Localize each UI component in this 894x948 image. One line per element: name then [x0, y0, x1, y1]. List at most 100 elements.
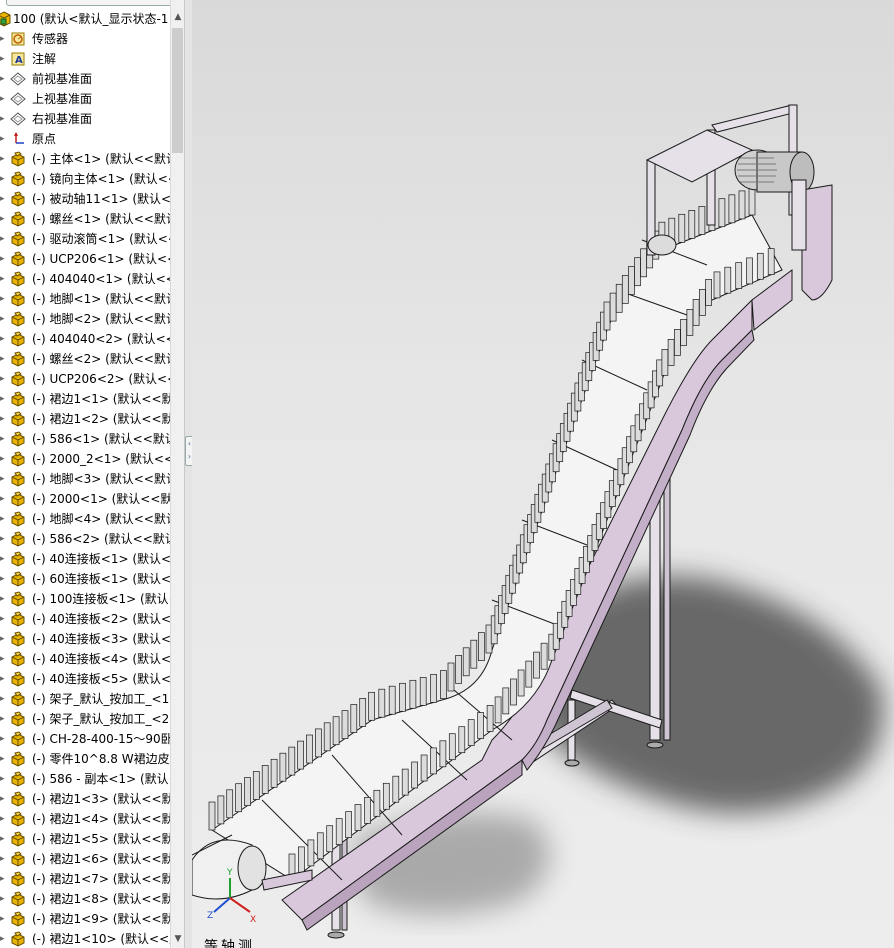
tree-item[interactable]: ▸ (-) 裙边1<5> (默认<<默 [0, 829, 170, 849]
tree-expand-icon[interactable]: ▸ [0, 689, 6, 709]
tree-item[interactable]: ▸ (-) 40连接板<1> (默认< [0, 549, 170, 569]
tree-expand-icon[interactable]: ▸ [0, 789, 6, 809]
tree-expand-icon[interactable]: ▸ [0, 589, 6, 609]
tree-expand-icon[interactable]: ▸ [0, 569, 6, 589]
tree-item[interactable]: ▸ 前视基准面 [0, 69, 170, 89]
tree-expand-icon[interactable]: ▸ [0, 469, 6, 489]
tree-item[interactable]: ▸ (-) 螺丝<2> (默认<<默认 [0, 349, 170, 369]
tree-item[interactable]: ▸ (-) 主体<1> (默认<<默认 [0, 149, 170, 169]
tree-expand-icon[interactable]: ▸ [0, 149, 6, 169]
tree-item[interactable]: ▸ (-) 40连接板<2> (默认< [0, 609, 170, 629]
tree-item[interactable]: ▸ (-) UCP206<1> (默认<< [0, 249, 170, 269]
tree-item[interactable]: ▸ 原点 [0, 129, 170, 149]
graphics-viewport[interactable]: Z Y X 等轴测 [192, 0, 894, 948]
conveyor-3d-model[interactable]: Z Y X [192, 0, 894, 948]
tree-expand-icon[interactable]: ▸ [0, 409, 6, 429]
tree-expand-icon[interactable]: ▸ [0, 909, 6, 929]
tree-item[interactable]: ▸ (-) 螺丝<1> (默认<<默认 [0, 209, 170, 229]
tree-item[interactable]: ▸ (-) 裙边1<4> (默认<<默 [0, 809, 170, 829]
tree-expand-icon[interactable]: ▸ [0, 69, 6, 89]
scroll-up-arrow-icon[interactable]: ▲ [171, 10, 185, 24]
tree-expand-icon[interactable]: ▸ [0, 889, 6, 909]
tree-item[interactable]: ▸ (-) 地脚<1> (默认<<默认 [0, 289, 170, 309]
tree-item[interactable]: ▸ (-) 100连接板<1> (默认< [0, 589, 170, 609]
tree-item[interactable]: ▸ (-) 零件10^8.8 W裙边皮 [0, 749, 170, 769]
tree-expand-icon[interactable]: ▸ [0, 669, 6, 689]
tree-item[interactable]: ▸ 右视基准面 [0, 109, 170, 129]
tree-expand-icon[interactable]: ▸ [0, 29, 6, 49]
tree-expand-icon[interactable]: ▸ [0, 549, 6, 569]
tree-item[interactable]: ▸ (-) 裙边1<6> (默认<<默 [0, 849, 170, 869]
tree-item[interactable]: ▸ (-) 60连接板<1> (默认< [0, 569, 170, 589]
tree-expand-icon[interactable]: ▸ [0, 749, 6, 769]
tree-item[interactable]: ▸ (-) 404040<1> (默认<<默 [0, 269, 170, 289]
feature-manager-tree[interactable]: 100 (默认<默认_显示状态-1 ▸ 传感器 ▸ A 注解 ▸ 前视基准面 ▸ 上视基准面 ▸ 右视… [0, 0, 170, 948]
tree-expand-icon[interactable]: ▸ [0, 509, 6, 529]
tree-item[interactable]: ▸ (-) 驱动滚筒<1> (默认<< [0, 229, 170, 249]
tree-item[interactable]: ▸ A 注解 [0, 49, 170, 69]
tree-expand-icon[interactable]: ▸ [0, 489, 6, 509]
tree-item[interactable]: ▸ (-) 裙边1<7> (默认<<默 [0, 869, 170, 889]
tree-expand-icon[interactable]: ▸ [0, 809, 6, 829]
tree-expand-icon[interactable]: ▸ [0, 529, 6, 549]
tree-item[interactable]: ▸ (-) 2000_2<1> (默认<<默 [0, 449, 170, 469]
tree-item[interactable]: ▸ 上视基准面 [0, 89, 170, 109]
tree-expand-icon[interactable]: ▸ [0, 449, 6, 469]
tree-item[interactable]: ▸ (-) 2000<1> (默认<<默认 [0, 489, 170, 509]
tree-item[interactable]: ▸ (-) 40连接板<4> (默认< [0, 649, 170, 669]
tree-expand-icon[interactable]: ▸ [0, 189, 6, 209]
tree-expand-icon[interactable]: ▸ [0, 269, 6, 289]
tree-expand-icon[interactable]: ▸ [0, 309, 6, 329]
tree-item[interactable]: ▸ (-) 裙边1<1> (默认<<默 [0, 389, 170, 409]
tree-expand-icon[interactable]: ▸ [0, 89, 6, 109]
tree-expand-icon[interactable]: ▸ [0, 389, 6, 409]
tree-item[interactable]: ▸ (-) 586<2> (默认<<默认 [0, 529, 170, 549]
tree-expand-icon[interactable]: ▸ [0, 129, 6, 149]
tree-expand-icon[interactable]: ▸ [0, 229, 6, 249]
tree-item[interactable]: ▸ (-) 地脚<3> (默认<<默认 [0, 469, 170, 489]
tree-item[interactable]: ▸ (-) 586<1> (默认<<默认 [0, 429, 170, 449]
tree-expand-icon[interactable]: ▸ [0, 829, 6, 849]
tree-item[interactable]: ▸ (-) 架子_默认_按加工_<2> [0, 709, 170, 729]
tree-expand-icon[interactable]: ▸ [0, 609, 6, 629]
tree-item[interactable]: ▸ (-) 40连接板<3> (默认< [0, 629, 170, 649]
tree-expand-icon[interactable]: ▸ [0, 729, 6, 749]
tree-expand-icon[interactable]: ▸ [0, 929, 6, 948]
tree-expand-icon[interactable]: ▸ [0, 209, 6, 229]
tree-item[interactable]: ▸ (-) 地脚<2> (默认<<默认 [0, 309, 170, 329]
tree-item[interactable]: ▸ (-) 裙边1<2> (默认<<默 [0, 409, 170, 429]
tree-expand-icon[interactable]: ▸ [0, 169, 6, 189]
tree-root-assembly[interactable]: 100 (默认<默认_显示状态-1 [0, 9, 170, 29]
tree-expand-icon[interactable]: ▸ [0, 349, 6, 369]
tree-item[interactable]: ▸ (-) 镜向主体<1> (默认<<默 [0, 169, 170, 189]
scrollbar-thumb[interactable] [172, 28, 183, 153]
tree-item[interactable]: ▸ (-) 裙边1<8> (默认<<默 [0, 889, 170, 909]
tree-filter-box[interactable] [6, 0, 170, 6]
tree-item[interactable]: ▸ (-) 586 - 副本<1> (默认< [0, 769, 170, 789]
tree-expand-icon[interactable]: ▸ [0, 329, 6, 349]
tree-scrollbar[interactable]: ▲ ▼ [170, 0, 185, 948]
tree-item[interactable]: ▸ (-) 地脚<4> (默认<<默认 [0, 509, 170, 529]
tree-expand-icon[interactable]: ▸ [0, 869, 6, 889]
tree-expand-icon[interactable]: ▸ [0, 769, 6, 789]
tree-expand-icon[interactable]: ▸ [0, 709, 6, 729]
tree-item[interactable]: ▸ (-) 裙边1<9> (默认<<默 [0, 909, 170, 929]
tree-item[interactable]: ▸ (-) CH-28-400-15～90卧 [0, 729, 170, 749]
tree-item[interactable]: ▸ (-) 被动轴11<1> (默认<< [0, 189, 170, 209]
scroll-down-arrow-icon[interactable]: ▼ [171, 932, 185, 946]
tree-expand-icon[interactable]: ▸ [0, 109, 6, 129]
tree-item[interactable]: ▸ (-) 404040<2> (默认<<默 [0, 329, 170, 349]
tree-expand-icon[interactable]: ▸ [0, 49, 6, 69]
tree-item[interactable]: ▸ (-) 裙边1<10> (默认<<默 [0, 929, 170, 948]
tree-item[interactable]: ▸ (-) UCP206<2> (默认<< [0, 369, 170, 389]
tree-item[interactable]: ▸ (-) 裙边1<3> (默认<<默 [0, 789, 170, 809]
tree-expand-icon[interactable]: ▸ [0, 249, 6, 269]
tree-expand-icon[interactable]: ▸ [0, 849, 6, 869]
tree-expand-icon[interactable]: ▸ [0, 369, 6, 389]
tree-expand-icon[interactable]: ▸ [0, 429, 6, 449]
tree-expand-icon[interactable]: ▸ [0, 629, 6, 649]
tree-item[interactable]: ▸ (-) 40连接板<5> (默认< [0, 669, 170, 689]
tree-item[interactable]: ▸ (-) 架子_默认_按加工_<1> [0, 689, 170, 709]
tree-expand-icon[interactable]: ▸ [0, 289, 6, 309]
tree-item[interactable]: ▸ 传感器 [0, 29, 170, 49]
